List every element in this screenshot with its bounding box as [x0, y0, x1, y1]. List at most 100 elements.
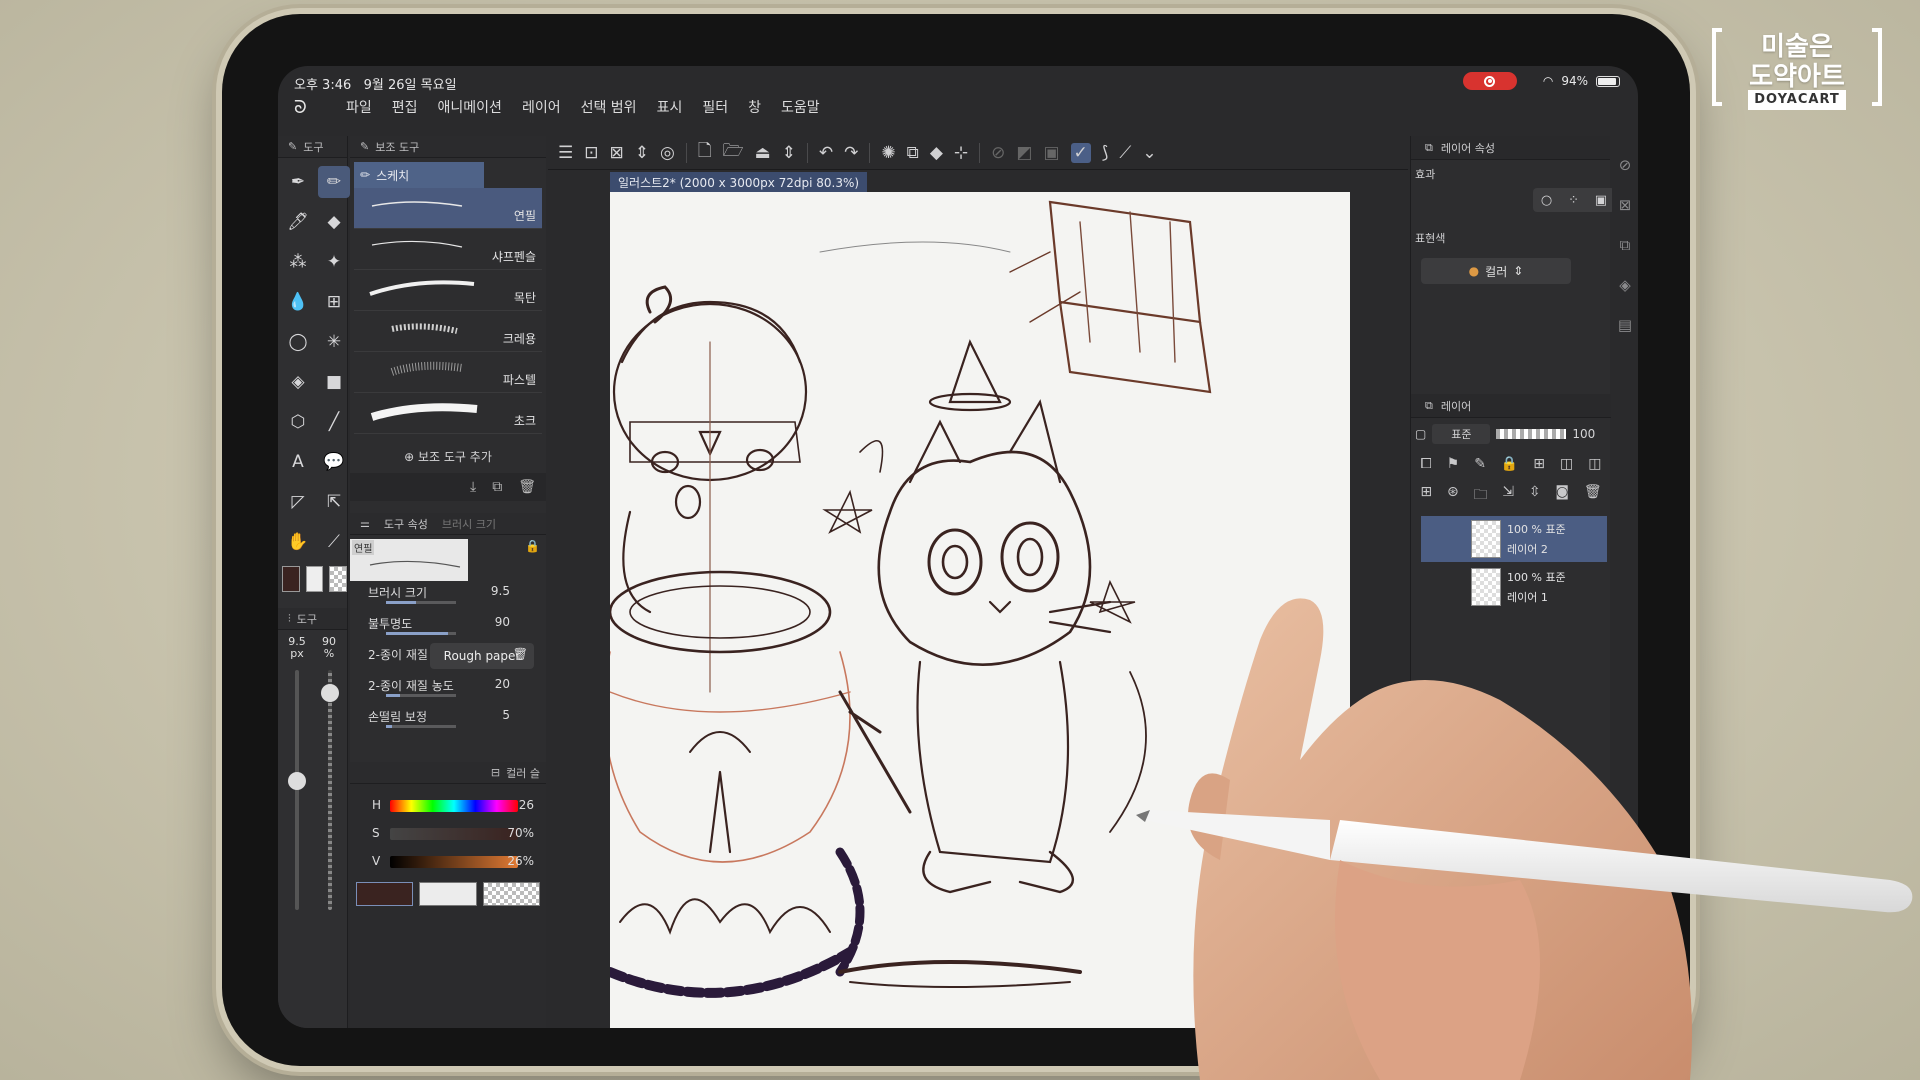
opacity-knob[interactable] — [321, 684, 339, 702]
saturation-slider[interactable] — [390, 828, 518, 840]
fill-icon[interactable]: ◆ — [930, 143, 943, 163]
blend-tool-icon[interactable]: 💧 — [282, 286, 314, 318]
stabilization-value[interactable]: 5 — [502, 708, 510, 722]
delete-layer-icon[interactable]: 🗑 — [1584, 484, 1602, 508]
menu-file[interactable]: 파일 — [346, 97, 372, 117]
airbrush-tool-icon[interactable]: ⁂ — [282, 246, 314, 278]
invert-selection-icon[interactable]: ◩ — [1016, 143, 1032, 163]
value-slider[interactable] — [390, 856, 518, 868]
brush-item-crayon[interactable]: 크레용 — [354, 311, 542, 352]
hue-slider[interactable] — [390, 800, 518, 812]
app-logo-icon[interactable]: ᘐ — [294, 97, 316, 118]
lock-icon[interactable]: 🔒 — [525, 539, 540, 553]
new-raster-layer-icon[interactable]: ⊞ — [1420, 484, 1432, 508]
transfer-layer-icon[interactable]: ⇲ — [1502, 484, 1514, 508]
material-dock-icon[interactable]: ▤ — [1618, 316, 1632, 334]
magic-wand-icon[interactable]: ✳ — [318, 326, 350, 358]
fill-tool-icon[interactable]: ◈ — [282, 366, 314, 398]
layer-opacity-slider[interactable] — [1496, 429, 1567, 439]
duplicate-icon[interactable]: ⧉ — [492, 479, 502, 495]
brush-item-pastel[interactable]: 파스텔 — [354, 352, 542, 393]
brush-item-mechanical-pencil[interactable]: 샤프펜슬 — [354, 229, 542, 270]
menu-selection[interactable]: 선택 범위 — [581, 97, 637, 117]
blend-mode-select[interactable]: 표준 — [1432, 424, 1491, 444]
expression-color-select[interactable]: ● 컬러 ⇕ — [1421, 258, 1571, 284]
trash-icon[interactable]: 🗑 — [518, 479, 536, 495]
lasso-tool-icon[interactable]: ◯ — [282, 326, 314, 358]
canvas-size-icon[interactable]: ⊡ — [584, 143, 598, 163]
text-tool-icon[interactable]: A — [282, 446, 314, 478]
stabilization-row[interactable]: 손떨림 보정 5 — [350, 705, 546, 736]
layer-copy-icon[interactable]: ⧉ — [907, 143, 919, 163]
tone-effect-icon[interactable]: ⁘ — [1568, 193, 1579, 208]
sub-view-icon[interactable]: ⊠ — [1619, 196, 1632, 214]
transparent-swatch[interactable] — [482, 882, 540, 906]
chevron-down-icon[interactable]: ⌄ — [1142, 143, 1156, 163]
brush-size-tab[interactable]: 브러시 크기 — [442, 516, 496, 532]
pen-pressure-icon[interactable]: ✓ — [1070, 142, 1091, 163]
loading-icon[interactable]: ✺ — [881, 143, 895, 163]
selection-border-icon[interactable]: ▣ — [1043, 143, 1059, 163]
saturation-row[interactable]: S 70% — [350, 820, 546, 848]
layer-property-dock-icon[interactable]: ⧉ — [1620, 236, 1631, 254]
chevron-updown-icon[interactable]: ⇕ — [635, 143, 649, 163]
clip-icon[interactable]: ⧠ — [1420, 456, 1431, 472]
brush-item-pencil[interactable]: 연필 — [354, 188, 542, 229]
tool-property-title[interactable]: 도구 속성 — [384, 516, 428, 532]
merge-layer-icon[interactable]: ⇳ — [1529, 484, 1541, 508]
paper-density-value[interactable]: 20 — [495, 677, 510, 691]
line-tool-icon[interactable]: ╱ — [318, 406, 350, 438]
lock-alpha-icon[interactable]: ⊞ — [1533, 456, 1545, 472]
value-value[interactable]: 26% — [507, 854, 534, 868]
drawing-canvas[interactable] — [610, 192, 1350, 1028]
undo-icon[interactable]: ↶ — [819, 143, 833, 163]
transform-icon[interactable]: ⊹ — [954, 143, 968, 163]
chevron-updown-icon[interactable]: ⇕ — [782, 143, 796, 163]
menu-layer[interactable]: 레이어 — [522, 97, 561, 117]
download-icon[interactable]: ⤓ — [470, 479, 476, 495]
border-effect-icon[interactable]: ○ — [1541, 193, 1552, 208]
brush-item-chalk[interactable]: 초크 — [354, 393, 542, 434]
layer-opacity-value[interactable]: 100 — [1572, 427, 1595, 441]
sub-color-chip[interactable] — [305, 566, 324, 592]
value-row[interactable]: V 26% — [350, 848, 546, 876]
opacity-value[interactable]: 90 — [495, 615, 510, 629]
sub-color-swatch[interactable] — [419, 882, 477, 906]
reference-icon[interactable]: ⚑ — [1447, 456, 1460, 472]
hand-tool-icon[interactable]: ✋ — [282, 526, 314, 558]
lock-icon[interactable]: 🔒 — [1501, 456, 1518, 472]
opacity-row[interactable]: 불투명도 90 — [350, 612, 546, 643]
draft-icon[interactable]: ✎ — [1474, 456, 1486, 472]
grid-tool-icon[interactable]: ⊞ — [318, 286, 350, 318]
menu-animation[interactable]: 애니메이션 — [438, 97, 502, 117]
balloon-tool-icon[interactable]: 💬 — [318, 446, 350, 478]
layer-row[interactable]: 100 % 표준 레이어 2 — [1421, 516, 1607, 562]
navigator-icon[interactable]: ⊘ — [1619, 156, 1632, 174]
document-tab[interactable]: 일러스트2* (2000 x 3000px 72dpi 80.3%) — [610, 172, 868, 192]
redo-icon[interactable]: ↷ — [844, 143, 858, 163]
mask-enable-icon[interactable]: ◫ — [1560, 456, 1573, 472]
menu-window[interactable]: 창 — [748, 97, 761, 117]
open-folder-icon[interactable]: 🗁 — [723, 138, 744, 167]
pen-stroke-icon[interactable]: ⟋ — [1119, 143, 1131, 163]
decoration-tool-icon[interactable]: ✦ — [318, 246, 350, 278]
menu-icon[interactable]: ☰ — [558, 143, 573, 163]
brush-size-value[interactable]: 9.5 — [491, 584, 510, 598]
brush-size-row[interactable]: 브러시 크기 9.5 — [350, 581, 546, 612]
new-vector-layer-icon[interactable]: ⊛ — [1447, 484, 1459, 508]
menu-edit[interactable]: 편집 — [392, 97, 418, 117]
layer-color-toggle-icon[interactable]: ▢ — [1415, 427, 1426, 441]
gallery-icon[interactable]: ◎ — [660, 143, 675, 163]
3d-object-tool-icon[interactable]: ⬡ — [282, 406, 314, 438]
brush-size-slider[interactable] — [295, 670, 299, 910]
transparent-color-chip[interactable] — [329, 566, 348, 592]
main-color-swatch[interactable] — [356, 882, 414, 906]
clear-selection-icon[interactable]: ⊘ — [991, 143, 1005, 163]
ruler-icon[interactable]: ◫ — [1588, 456, 1601, 472]
subtool-group-sketch[interactable]: ✏ 스케치 — [354, 162, 484, 188]
layer-row[interactable]: 100 % 표준 레이어 1 — [1421, 564, 1607, 610]
brush-item-charcoal[interactable]: 목탄 — [354, 270, 542, 311]
brush-stroke-icon[interactable]: ⟆ — [1102, 143, 1109, 163]
menu-view[interactable]: 표시 — [657, 97, 683, 117]
gradient-tool-icon[interactable]: ■ — [318, 366, 350, 398]
